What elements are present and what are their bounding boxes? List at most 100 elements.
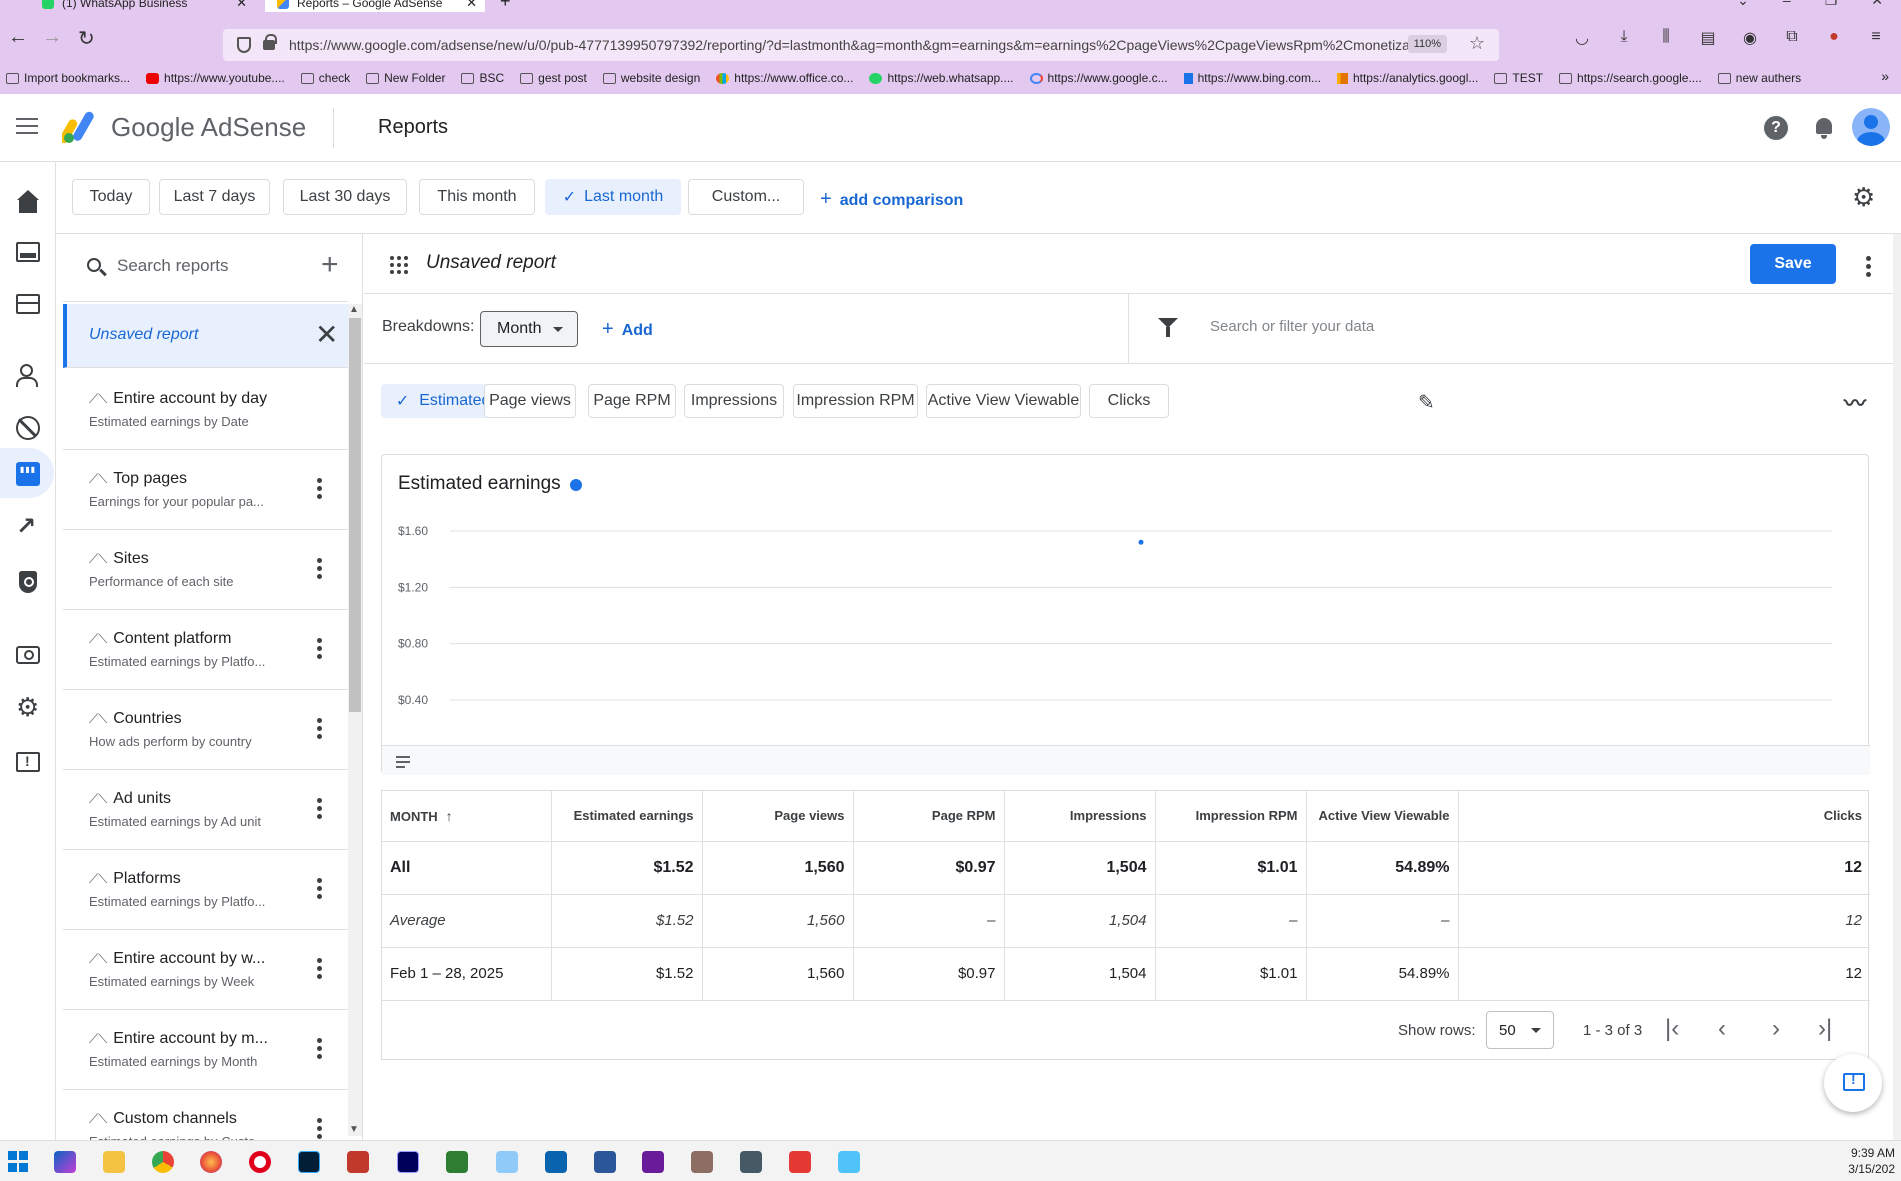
report-list-item[interactable]: ⟋⟍ Top pages Earnings for your popular pa.… — [63, 450, 348, 530]
extension-avatar-icon[interactable]: ● — [1823, 28, 1845, 48]
report-list-item[interactable]: ⟋⟍ Entire account by w... Estimated earnin… — [63, 930, 348, 1010]
feedback-icon[interactable] — [16, 752, 40, 772]
current-report-item[interactable]: Unsaved report ✕ — [63, 304, 348, 368]
sort-ascending-icon[interactable]: ↑ — [446, 808, 453, 824]
shield-icon[interactable] — [237, 37, 251, 53]
bookmark-item[interactable]: gest post — [520, 71, 587, 85]
first-page-icon[interactable]: |‹ — [1665, 1015, 1679, 1043]
data-point[interactable] — [1138, 539, 1144, 545]
address-bar[interactable]: https://www.google.com/adsense/new/u/0/p… — [223, 29, 1499, 61]
settings-gear-icon[interactable]: ⚙ — [1852, 182, 1875, 213]
report-list-item[interactable]: ⟋⟍ Entire account by day Estimated earning… — [63, 370, 348, 450]
close-window-icon[interactable]: ✕ — [1871, 0, 1883, 9]
close-tab-icon[interactable]: ✕ — [466, 0, 477, 11]
reports-icon[interactable] — [16, 462, 40, 486]
network-app-icon[interactable] — [740, 1151, 762, 1173]
reload-icon[interactable]: ↻ — [78, 26, 95, 51]
download-icon[interactable]: ⤓ — [1613, 28, 1635, 48]
zoom-level[interactable]: 110% — [1407, 35, 1447, 53]
url-text[interactable]: https://www.google.com/adsense/new/u/0/p… — [289, 37, 1449, 53]
forward-icon[interactable]: → — [42, 26, 62, 49]
bookmark-item[interactable]: New Folder — [366, 71, 445, 85]
last-page-icon[interactable]: ›| — [1818, 1015, 1832, 1043]
next-page-icon[interactable]: › — [1772, 1015, 1780, 1043]
report-item-kebab-icon[interactable] — [317, 558, 323, 582]
snipping-tool-icon[interactable] — [838, 1151, 860, 1173]
app-icon[interactable] — [496, 1151, 518, 1173]
report-more-kebab-icon[interactable] — [1866, 256, 1872, 280]
close-tab-icon[interactable]: ✕ — [236, 0, 247, 11]
lock-icon[interactable] — [263, 34, 277, 50]
close-icon[interactable]: ✕ — [315, 318, 338, 351]
minimize-icon[interactable]: – — [1783, 0, 1791, 9]
new-tab-icon[interactable]: + — [500, 0, 511, 12]
column-header[interactable]: Clicks — [1458, 791, 1870, 842]
filter-data-input[interactable] — [1210, 318, 1610, 335]
report-list-item[interactable]: ⟋⟍Custom channelsEstimated earnings by C… — [63, 1090, 348, 1140]
metric-chip[interactable]: Page RPM — [588, 384, 676, 418]
bookmark-item[interactable]: https://www.bing.com... — [1183, 71, 1321, 85]
report-item-kebab-icon[interactable] — [317, 958, 323, 982]
reports-list-scroll-thumb[interactable] — [349, 318, 361, 712]
report-item-kebab-icon[interactable] — [317, 1038, 323, 1062]
chrome-icon[interactable] — [152, 1151, 174, 1173]
apps-grid-icon[interactable] — [390, 256, 408, 274]
chip-custom[interactable]: Custom... — [688, 179, 804, 215]
report-name[interactable]: Unsaved report — [426, 252, 556, 274]
pocket-icon[interactable]: ◡ — [1571, 28, 1593, 48]
browser-tab-adsense[interactable]: Reports – Google AdSense ✕ — [265, 0, 485, 12]
privacy-messaging-icon[interactable] — [16, 362, 40, 387]
settings-icon[interactable] — [16, 692, 40, 723]
optimization-icon[interactable] — [16, 512, 40, 541]
save-button[interactable]: Save — [1750, 244, 1836, 284]
policy-center-icon[interactable] — [16, 570, 40, 594]
report-list-item[interactable]: ⟋⟍ Sites Performance of each site — [63, 530, 348, 610]
bookmark-item[interactable]: https://web.whatsapp.... — [869, 71, 1014, 85]
system-clock[interactable]: 9:39 AM 3/15/202 — [1848, 1145, 1895, 1177]
anydesk-icon[interactable] — [789, 1151, 811, 1173]
report-item-kebab-icon[interactable] — [317, 878, 323, 902]
chip-last-7-days[interactable]: Last 7 days — [159, 179, 270, 215]
sidebar-icon[interactable]: ▤ — [1697, 28, 1719, 48]
column-header[interactable]: Active View Viewable — [1306, 791, 1459, 842]
screen-recorder-icon[interactable] — [347, 1151, 369, 1173]
column-header[interactable]: Page RPM — [853, 791, 1005, 842]
bookmark-item[interactable]: check — [300, 71, 350, 85]
report-list-item[interactable]: ⟋⟍ Countries How ads perform by country — [63, 690, 348, 770]
bookmark-item[interactable]: https://www.office.co... — [716, 71, 853, 85]
home-icon[interactable] — [16, 190, 40, 214]
chip-last-month[interactable]: ✓ Last month — [545, 179, 681, 215]
hamburger-menu-icon[interactable] — [16, 118, 38, 139]
help-icon[interactable]: ? — [1764, 116, 1788, 140]
search-reports-input[interactable] — [117, 256, 297, 276]
report-item-kebab-icon[interactable] — [317, 718, 323, 742]
bookmark-item[interactable]: Import bookmarks... — [6, 71, 130, 85]
maximize-icon[interactable]: ❐ — [1825, 0, 1838, 9]
chip-this-month[interactable]: This month — [419, 179, 535, 215]
prev-page-icon[interactable]: ‹ — [1718, 1015, 1726, 1043]
back-icon[interactable]: ← — [8, 26, 28, 49]
metric-chip[interactable]: Clicks — [1089, 384, 1169, 418]
edit-metrics-pencil-icon[interactable]: ✎ — [1418, 390, 1435, 415]
library-icon[interactable]: ⫼ — [1655, 28, 1677, 48]
spreadsheet-app-icon[interactable] — [446, 1151, 468, 1173]
main-scrollbar[interactable] — [1893, 234, 1901, 1140]
add-comparison-button[interactable]: + add comparison — [820, 188, 963, 211]
blocking-controls-icon[interactable] — [16, 416, 40, 440]
report-list-item[interactable]: ⟋⟍ Ad units Estimated earnings by Ad unit — [63, 770, 348, 850]
chart-menu-icon[interactable] — [396, 756, 410, 771]
word-icon[interactable] — [594, 1151, 616, 1173]
report-list-item[interactable]: ⟋⟍ Entire account by m... Estimated earnin… — [63, 1010, 348, 1090]
new-report-plus-icon[interactable]: + — [321, 248, 339, 282]
add-breakdown-button[interactable]: + Add — [602, 318, 653, 341]
menu-icon[interactable]: ≡ — [1865, 28, 1887, 48]
bookmark-star-icon[interactable]: ☆ — [1469, 33, 1485, 54]
windows-start-icon[interactable] — [8, 1151, 28, 1173]
report-item-kebab-icon[interactable] — [317, 798, 323, 822]
scroll-down-arrow-icon[interactable]: ▼ — [349, 1124, 359, 1135]
column-header[interactable]: Impression RPM — [1155, 791, 1307, 842]
bookmark-item[interactable]: https://analytics.googl... — [1336, 71, 1478, 85]
photos-icon[interactable] — [691, 1151, 713, 1173]
account-icon[interactable]: ◉ — [1739, 28, 1761, 48]
metric-chip[interactable]: Active View Viewable — [926, 384, 1081, 418]
